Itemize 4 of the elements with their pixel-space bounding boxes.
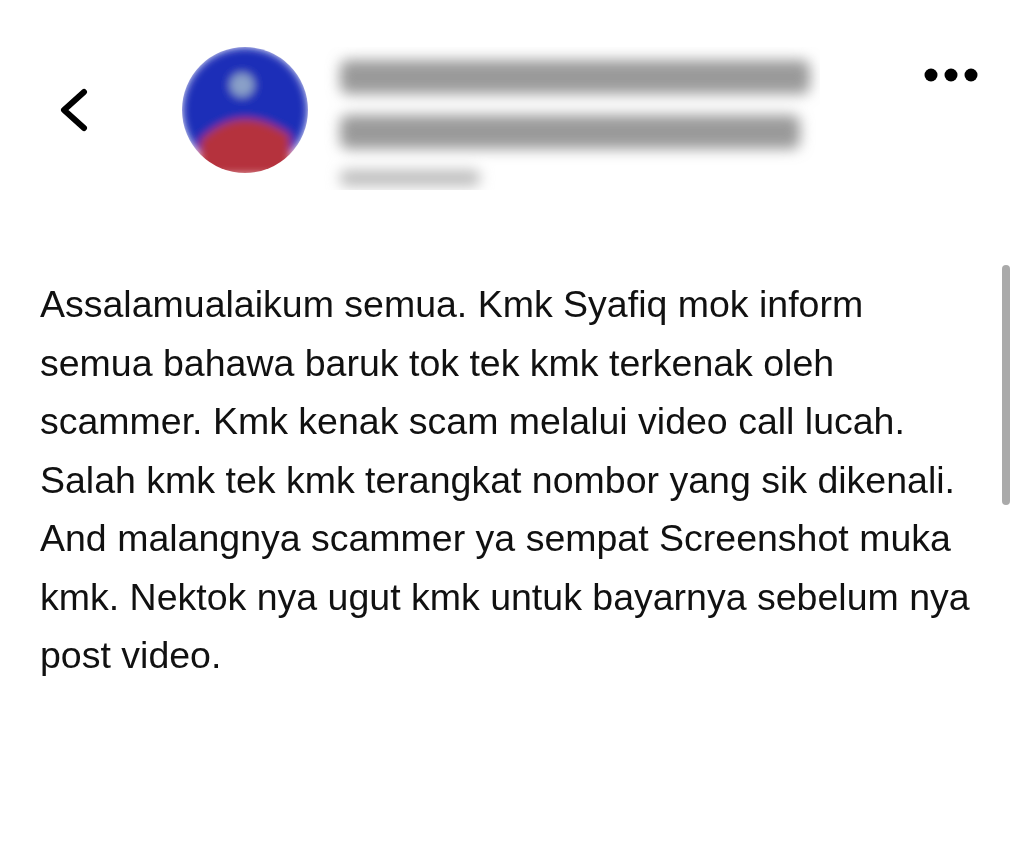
back-icon[interactable] — [58, 88, 90, 132]
more-icon[interactable] — [924, 68, 978, 82]
post-text: Assalamualaikum semua. Kmk Syafiq mok inform semua bahawa baruk tok tek kmk terkenak oleh scammer. Kmk kenak scam melalui video call lucah. Salah kmk tek kmk terangkat nombor yang sik dikenali. And malangnya scammer ya sempat Screenshot muka kmk. Nektok nya ugut kmk untuk bayarnya sebelum nya post video. — [40, 282, 971, 678]
avatar-icon — [180, 45, 310, 175]
